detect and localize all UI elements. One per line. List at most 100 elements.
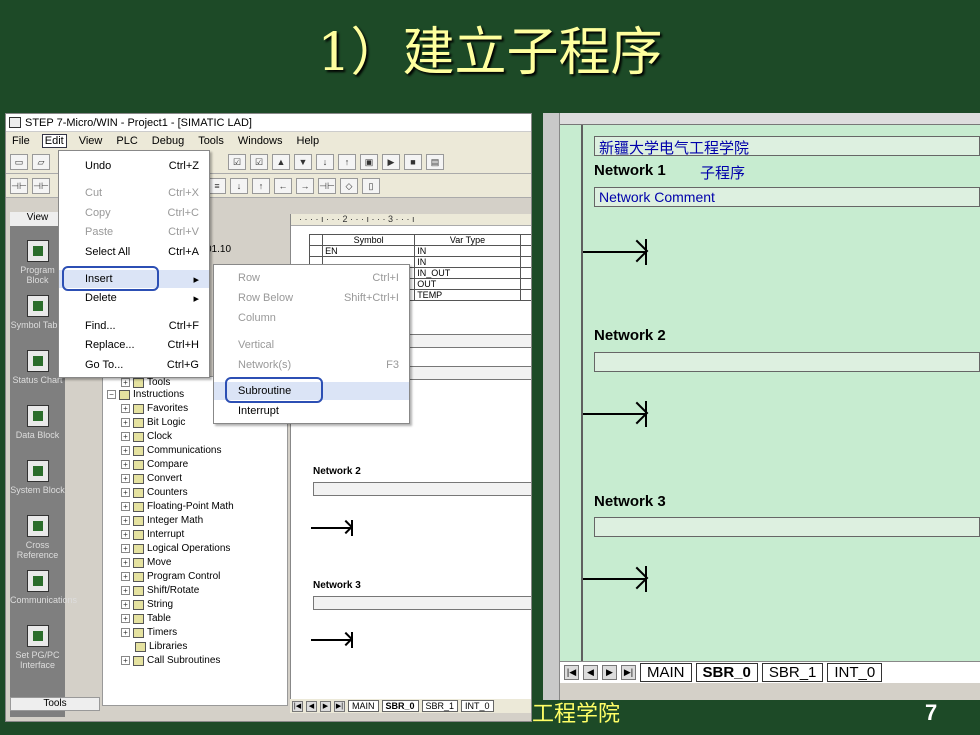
tree-item[interactable]: + Bit Logic: [121, 417, 185, 428]
symbol-icon[interactable]: ≡: [208, 177, 226, 194]
network-2-title-box[interactable]: [594, 352, 980, 372]
monitor-icon[interactable]: ▤: [426, 153, 444, 170]
tree-item[interactable]: + String: [121, 599, 173, 610]
menu-windows[interactable]: Windows: [236, 135, 285, 147]
tree-item[interactable]: + Timers: [121, 627, 177, 638]
nav-symbol-table[interactable]: Symbol Table: [10, 295, 65, 330]
menu-file[interactable]: File: [10, 135, 32, 147]
menu-debug[interactable]: Debug: [150, 135, 186, 147]
program-comment[interactable]: 新疆大学电气工程学院: [594, 136, 980, 157]
tree-item[interactable]: + Counters: [121, 487, 188, 498]
folder-icon: [133, 403, 144, 414]
tree-item[interactable]: + Move: [121, 557, 171, 568]
nav-status-chart[interactable]: Status Chart: [10, 350, 65, 385]
line-left-icon[interactable]: ←: [274, 177, 292, 194]
menu-item-networks[interactable]: Network(s) F3: [214, 356, 409, 374]
menu-item-vertical[interactable]: Vertical: [214, 336, 409, 354]
tree-item[interactable]: + Communications: [121, 445, 221, 456]
menu-item-find[interactable]: Find... Ctrl+F: [59, 317, 209, 335]
coil-icon[interactable]: ⊣⊢: [32, 177, 50, 194]
compile-icon[interactable]: ☑: [228, 153, 246, 170]
contact-icon[interactable]: ⊣⊢: [10, 177, 28, 194]
last-tab-icon[interactable]: ▶|: [621, 665, 636, 680]
menu-help[interactable]: Help: [295, 135, 322, 147]
last-tab-icon[interactable]: ▶|: [334, 700, 345, 712]
network-2-comment[interactable]: [313, 482, 531, 496]
menu-item-interrupt[interactable]: Interrupt: [214, 402, 409, 420]
tab-main[interactable]: MAIN: [348, 700, 379, 712]
nav-tools-button[interactable]: Tools: [10, 697, 100, 711]
box-insert-icon[interactable]: ▯: [362, 177, 380, 194]
tree-item[interactable]: + Shift/Rotate: [121, 585, 199, 596]
tab-int-0[interactable]: INT_0: [827, 663, 883, 682]
tree-item[interactable]: + Favorites: [121, 403, 188, 414]
nav-data-block[interactable]: Data Block: [10, 405, 65, 440]
tree-item[interactable]: + Logical Operations: [121, 543, 230, 554]
tree-item[interactable]: Libraries: [135, 641, 187, 652]
menu-plc[interactable]: PLC: [114, 135, 139, 147]
menu-item-row-below[interactable]: Row Below Shift+Ctrl+I: [214, 289, 409, 307]
open-icon[interactable]: ▱: [32, 153, 50, 170]
nav-set-pg-pc[interactable]: Set PG/PC Interface: [10, 625, 65, 670]
menu-item-paste[interactable]: Paste Ctrl+V: [59, 223, 209, 241]
tab-main[interactable]: MAIN: [640, 663, 692, 682]
tab-sbr-1[interactable]: SBR_1: [421, 700, 459, 712]
tree-item[interactable]: + Floating-Point Math: [121, 501, 234, 512]
stop-icon[interactable]: ■: [404, 153, 422, 170]
menu-item-undo[interactable]: Undo Ctrl+Z: [59, 157, 209, 175]
menu-item-goto[interactable]: Go To... Ctrl+G: [59, 356, 209, 374]
nav-cross-reference[interactable]: Cross Reference: [10, 515, 65, 560]
nav-system-block[interactable]: System Block: [10, 460, 65, 495]
next-tab-icon[interactable]: ▶: [320, 700, 331, 712]
tree-item[interactable]: + Interrupt: [121, 529, 184, 540]
tree-item[interactable]: − Instructions: [107, 389, 184, 400]
menu-item-row[interactable]: Row Ctrl+I: [214, 269, 409, 287]
run-icon[interactable]: ▶: [382, 153, 400, 170]
nav-program-block[interactable]: Program Block: [10, 240, 65, 285]
tab-sbr-0[interactable]: SBR_0: [695, 663, 758, 682]
menu-item-select-all[interactable]: Select All Ctrl+A: [59, 243, 209, 261]
menu-edit[interactable]: Edit: [41, 134, 67, 148]
first-tab-icon[interactable]: |◀: [292, 700, 303, 712]
coil-insert-icon[interactable]: ◇: [340, 177, 358, 194]
menu-view[interactable]: View: [77, 135, 105, 147]
download-icon[interactable]: ▼: [294, 153, 312, 170]
new-icon[interactable]: ▭: [10, 153, 28, 170]
nav-communications[interactable]: Communications: [10, 570, 77, 605]
tree-item[interactable]: + Integer Math: [121, 515, 203, 526]
compile-all-icon[interactable]: ☑: [250, 153, 268, 170]
tree-item[interactable]: + Call Subroutines: [121, 655, 220, 666]
tree-item[interactable]: + Tools: [121, 377, 170, 388]
menu-item-replace[interactable]: Replace... Ctrl+H: [59, 336, 209, 354]
menu-tools[interactable]: Tools: [196, 135, 226, 147]
sort-asc-icon[interactable]: ↓: [316, 153, 334, 170]
tree-item[interactable]: + Convert: [121, 473, 182, 484]
tree-item[interactable]: + Compare: [121, 459, 188, 470]
tab-sbr-0[interactable]: SBR_0: [381, 700, 419, 712]
network-3-comment[interactable]: [313, 596, 531, 610]
tab-sbr-1[interactable]: SBR_1: [761, 663, 824, 682]
menu-item-copy[interactable]: Copy Ctrl+C: [59, 204, 209, 222]
prev-tab-icon[interactable]: ◀: [583, 665, 598, 680]
tab-int-0[interactable]: INT_0: [461, 700, 494, 712]
tree-item[interactable]: + Program Control: [121, 571, 220, 582]
network-1-title[interactable]: 子程序: [700, 162, 745, 183]
prev-tab-icon[interactable]: ◀: [306, 700, 317, 712]
network-3-title-box[interactable]: [594, 517, 980, 537]
tree-item[interactable]: + Clock: [121, 431, 172, 442]
line-up-icon[interactable]: ↑: [252, 177, 270, 194]
sort-desc-icon[interactable]: ↑: [338, 153, 356, 170]
contact-insert-icon[interactable]: ⊣⊢: [318, 177, 336, 194]
col-var-type: Var Type: [414, 234, 521, 246]
next-tab-icon[interactable]: ▶: [602, 665, 617, 680]
menu-item-delete[interactable]: Delete ▸: [59, 289, 209, 307]
upload-icon[interactable]: ▲: [272, 153, 290, 170]
line-right-icon[interactable]: →: [296, 177, 314, 194]
menu-item-cut[interactable]: Cut Ctrl+X: [59, 184, 209, 202]
network-comment-box[interactable]: Network Comment: [594, 187, 980, 207]
menu-item-column[interactable]: Column: [214, 309, 409, 327]
first-tab-icon[interactable]: |◀: [564, 665, 579, 680]
options-icon[interactable]: ▣: [360, 153, 378, 170]
line-down-icon[interactable]: ↓: [230, 177, 248, 194]
tree-item[interactable]: + Table: [121, 613, 171, 624]
